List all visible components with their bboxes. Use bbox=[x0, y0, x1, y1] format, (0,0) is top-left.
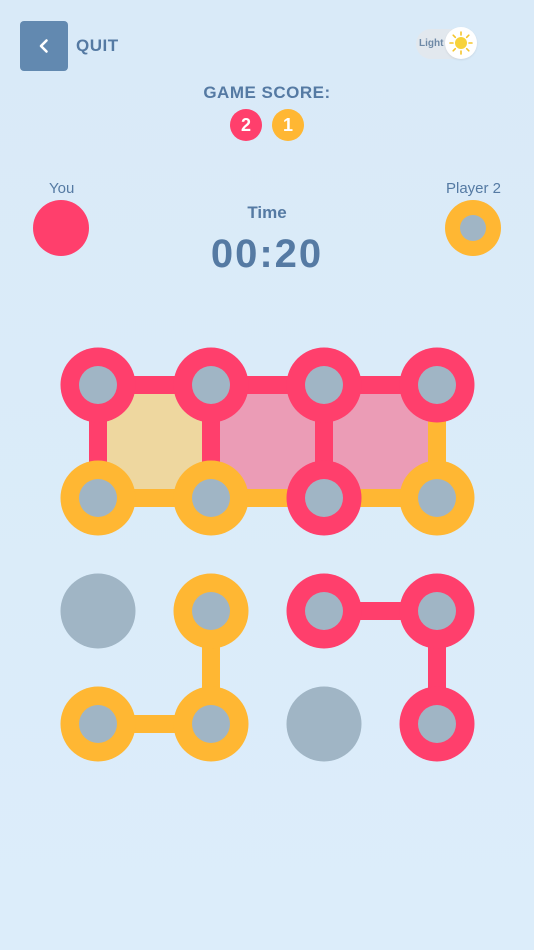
board-dot-center bbox=[79, 366, 117, 404]
board-dot-center bbox=[418, 592, 456, 630]
chevron-left-icon bbox=[39, 39, 48, 53]
board-dot-center bbox=[192, 705, 230, 743]
player1-name: You bbox=[49, 180, 75, 197]
quit-label[interactable]: QUIT bbox=[76, 36, 119, 56]
back-button[interactable] bbox=[20, 21, 68, 71]
board-dot-empty[interactable] bbox=[60, 573, 136, 649]
game-score-title: GAME SCORE: bbox=[203, 83, 331, 102]
board-dot-center bbox=[192, 366, 230, 404]
board-dot-center bbox=[305, 592, 343, 630]
board-dot-center bbox=[305, 366, 343, 404]
theme-label: Light bbox=[419, 38, 444, 49]
time-label: Time bbox=[247, 203, 287, 222]
theme-toggle-knob[interactable] bbox=[445, 27, 477, 59]
board-dot-empty[interactable] bbox=[286, 686, 362, 762]
board-dot-center bbox=[192, 479, 230, 517]
game-board[interactable] bbox=[0, 300, 534, 800]
board-dot-center bbox=[418, 705, 456, 743]
player1-score-badge: 2 bbox=[230, 109, 262, 141]
board-dot-center bbox=[418, 366, 456, 404]
board-dot-center bbox=[418, 479, 456, 517]
board-dot-center bbox=[192, 592, 230, 630]
time-value: 00:20 bbox=[210, 232, 324, 276]
board-dot-center bbox=[305, 479, 343, 517]
sun-icon bbox=[449, 31, 473, 55]
player2-name: Player 2 bbox=[446, 180, 502, 197]
player2-score-badge: 1 bbox=[272, 109, 304, 141]
board-dot-center bbox=[79, 479, 117, 517]
board-dot-center bbox=[79, 705, 117, 743]
